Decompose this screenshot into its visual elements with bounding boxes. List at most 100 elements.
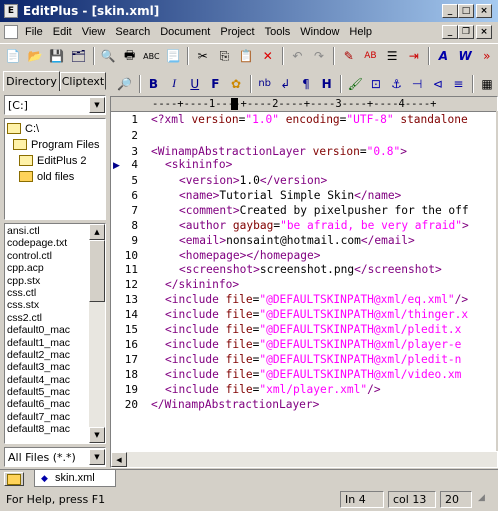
tab-cliptext[interactable]: Cliptext [60, 72, 106, 90]
file-list-item[interactable]: ansi.ctl [5, 225, 89, 237]
scroll-thumb[interactable] [89, 240, 105, 302]
copy-icon[interactable]: ⎘ [214, 46, 235, 66]
tab-indent-icon[interactable]: ⇥ [403, 46, 424, 66]
doc-restore-button[interactable]: ❐ [458, 25, 474, 39]
file-list-item[interactable]: default1_mac [5, 337, 89, 349]
anchor-icon[interactable]: ⚓ [387, 74, 407, 94]
redo-icon[interactable]: ↷ [309, 46, 330, 66]
italic-button[interactable]: I [164, 74, 184, 94]
font-icon[interactable]: A [433, 46, 454, 66]
file-list-item[interactable]: default4_mac [5, 374, 89, 386]
color-icon[interactable]: ✿ [226, 74, 246, 94]
file-list-item[interactable]: default8_mac [5, 423, 89, 435]
code-line: <author gaybag="be afraid, be very afrai… [179, 219, 469, 232]
code-line: <version>1.0</version> [179, 174, 328, 187]
font-button[interactable]: F [206, 74, 226, 94]
doc-tab-skin-xml[interactable]: ◆ skin.xml [34, 470, 116, 487]
paragraph-button[interactable]: ¶ [296, 74, 316, 94]
file-list-item[interactable]: css.ctl [5, 287, 89, 299]
maximize-button[interactable]: □ [458, 4, 474, 18]
file-list-item[interactable]: default7_mac [5, 411, 89, 423]
scroll-up-icon[interactable]: ▲ [89, 224, 105, 240]
menu-document[interactable]: Document [155, 26, 215, 38]
code-line: <screenshot>screenshot.png</screenshot> [179, 263, 442, 276]
tree-item-old-files[interactable]: old files [19, 169, 74, 184]
chevron-down-icon[interactable]: ▼ [89, 449, 105, 465]
tree-item-program-files[interactable]: Program Files [13, 137, 99, 152]
tab-directory[interactable]: Directory [3, 71, 60, 91]
line-number: 7 [131, 204, 138, 217]
file-list-item[interactable]: default2_mac [5, 349, 89, 361]
ruler-marks: ----+----1----+----2----+----3----+----4… [152, 98, 437, 110]
underline-button[interactable]: U [185, 74, 205, 94]
menu-help[interactable]: Help [344, 26, 377, 38]
file-list-item[interactable]: default5_mac [5, 386, 89, 398]
file-list-item[interactable]: codepage.txt [5, 237, 89, 249]
minimize-button[interactable]: _ [442, 4, 458, 18]
file-list-item[interactable]: cpp.stx [5, 275, 89, 287]
undo-icon[interactable]: ↶ [287, 46, 308, 66]
code-line: <?xml version="1.0" encoding="UTF-8" sta… [151, 113, 468, 126]
ruler-cursor [231, 98, 238, 110]
paste-icon[interactable]: 📋 [236, 46, 257, 66]
folder-toggle-button[interactable] [4, 472, 24, 486]
doc-minimize-button[interactable]: _ [442, 25, 458, 39]
file-list-item[interactable]: css2.ctl [5, 312, 89, 324]
spell-check-icon[interactable]: ABC [141, 46, 162, 66]
line-break-icon[interactable]: ↲ [275, 74, 295, 94]
tag-icon[interactable]: ⊲ [428, 74, 448, 94]
line-number: 13 [124, 293, 138, 306]
file-list-item[interactable]: default6_mac [5, 398, 89, 410]
replace-icon[interactable]: AB [360, 46, 381, 66]
browser-icon[interactable]: 🔎 [115, 74, 135, 94]
menu-window[interactable]: Window [295, 26, 344, 38]
tree-item-editplus[interactable]: EditPlus 2 [19, 153, 87, 168]
file-filter-select[interactable]: All Files (*.*) ▼ [4, 447, 106, 467]
drive-select[interactable]: [C:] ▼ [4, 95, 106, 115]
save-all-icon[interactable]: 🗂 [68, 46, 89, 66]
file-list-item[interactable]: default0_mac [5, 324, 89, 336]
image-icon[interactable]: 🖌 [345, 74, 365, 94]
find-icon[interactable]: ✎ [338, 46, 359, 66]
menu-project[interactable]: Project [215, 26, 259, 38]
file-list-item[interactable]: default3_mac [5, 361, 89, 373]
goto-icon[interactable]: ☰ [382, 46, 403, 66]
bold-button[interactable]: B [144, 74, 164, 94]
menu-search[interactable]: Search [110, 26, 155, 38]
document-icon[interactable]: 📃 [163, 46, 184, 66]
print-icon[interactable]: 🖶 [119, 46, 140, 66]
nbsp-button[interactable]: nb [255, 74, 275, 94]
file-list-item[interactable]: cpp.acp [5, 262, 89, 274]
scroll-left-icon[interactable]: ◀ [111, 452, 127, 467]
chevron-down-icon[interactable]: ▼ [89, 97, 105, 113]
comment-icon[interactable]: ⊣ [407, 74, 427, 94]
menu-view[interactable]: View [77, 26, 111, 38]
more-icon[interactable]: » [476, 46, 497, 66]
menu-file[interactable]: File [20, 26, 48, 38]
grid-icon[interactable]: ▦ [477, 74, 497, 94]
file-list-item[interactable]: css.stx [5, 299, 89, 311]
cut-icon[interactable]: ✂ [192, 46, 213, 66]
table-icon[interactable]: ⊡ [366, 74, 386, 94]
line-number: 18 [124, 368, 138, 381]
status-col: col 13 [388, 491, 436, 508]
filter-value: All Files (*.*) [8, 450, 76, 464]
file-list-scrollbar[interactable]: ▲ ▼ [89, 224, 105, 443]
heading-button[interactable]: H [317, 74, 337, 94]
scroll-down-icon[interactable]: ▼ [89, 427, 105, 443]
editor-hscrollbar[interactable]: ◀ [111, 452, 497, 467]
menu-edit[interactable]: Edit [48, 26, 77, 38]
close-button[interactable]: × [476, 4, 492, 18]
print-preview-icon[interactable]: 🔍 [98, 46, 119, 66]
menu-tools[interactable]: Tools [260, 26, 296, 38]
line-number: 9 [131, 234, 138, 247]
resize-grip-icon[interactable]: ◢ [478, 493, 485, 503]
doc-close-button[interactable]: × [476, 25, 492, 39]
script-icon[interactable]: ≡ [449, 74, 469, 94]
code-line: <WinampAbstractionLayer version="0.8"> [151, 145, 408, 158]
delete-icon[interactable]: ✕ [257, 46, 278, 66]
save-icon[interactable]: 💾 [46, 46, 67, 66]
word-wrap-icon[interactable]: W [455, 46, 476, 66]
file-list-item[interactable]: control.ctl [5, 250, 89, 262]
open-folder-icon[interactable]: 📂 [25, 46, 46, 66]
